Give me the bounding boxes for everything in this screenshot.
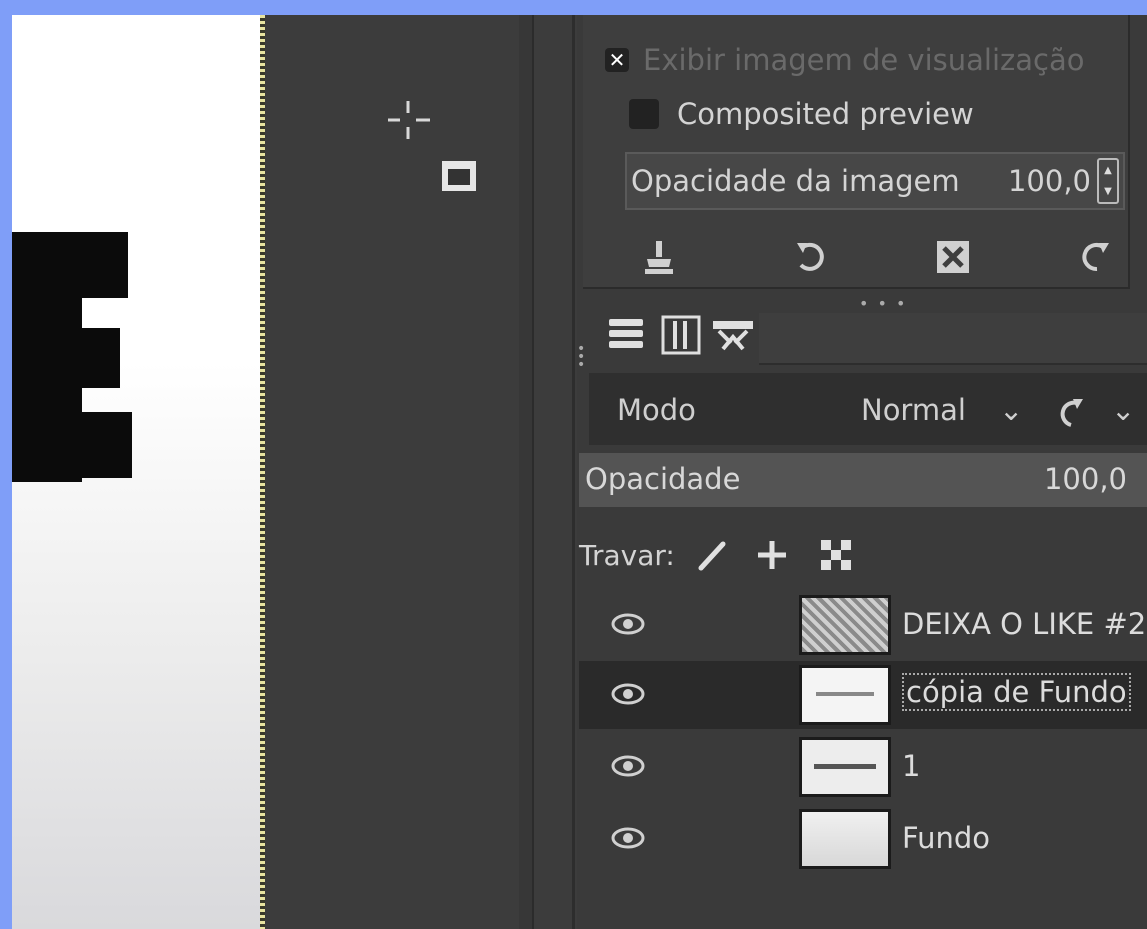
layer-row[interactable]: 1 (579, 733, 1147, 801)
show-preview-row[interactable]: ✕ Exibir imagem de visualização (605, 43, 1084, 77)
composited-preview-label: Composited preview (677, 97, 974, 131)
eye-visibility-icon[interactable] (611, 825, 645, 851)
layer-mode-value[interactable]: Normal (861, 393, 966, 427)
layer-name[interactable]: Fundo (902, 821, 990, 855)
composite-mode-dropdown-icon[interactable]: ⌄ (1111, 393, 1135, 427)
move-cursor-icon (388, 101, 476, 191)
undo-icon[interactable] (791, 237, 831, 277)
layer-mode-label: Modo (617, 393, 696, 427)
layer-mode-bar: Modo Normal ⌄ ⌄ (589, 373, 1147, 445)
layer-thumbnail (799, 665, 891, 725)
layer-opacity-label: Opacidade (585, 462, 741, 496)
layer-thumbnail (799, 809, 891, 869)
layer-name[interactable]: DEIXA O LIKE #2 (902, 607, 1146, 641)
paths-tab-icon[interactable] (711, 313, 755, 357)
layer-row-selected[interactable]: cópia de Fundo (579, 661, 1147, 729)
lock-pixels-brush-icon[interactable] (695, 538, 729, 572)
layer-name[interactable]: 1 (902, 749, 920, 783)
dock-divider (572, 15, 575, 929)
tool-options-panel: ✕ Exibir imagem de visualização Composit… (583, 15, 1130, 289)
show-preview-label: Exibir imagem de visualização (643, 43, 1085, 77)
composited-preview-row[interactable]: Composited preview (629, 97, 974, 131)
composited-preview-checkbox[interactable] (629, 99, 659, 129)
image-opacity-stepper[interactable]: ▲ ▼ (1097, 158, 1119, 204)
lock-row: Travar: (579, 530, 853, 580)
show-preview-checkbox[interactable]: ✕ (605, 48, 629, 72)
layer-list: DEIXA O LIKE #2 cópia de Fundo 1 Fundo (579, 583, 1147, 929)
layer-name-edit-field[interactable]: cópia de Fundo (902, 673, 1131, 711)
layer-boundary (260, 15, 265, 929)
dock-separator[interactable] (519, 15, 534, 929)
gimp-window: ✕ Exibir imagem de visualização Composit… (12, 15, 1147, 929)
layers-tab-icon[interactable] (605, 313, 649, 357)
layer-opacity-spinner[interactable]: Opacidade 100,0 (579, 453, 1147, 507)
eye-visibility-icon[interactable] (611, 611, 645, 637)
lock-position-move-icon[interactable] (755, 538, 789, 572)
image-opacity-spinner[interactable]: Opacidade da imagem 100,0 ▲ ▼ (625, 152, 1125, 210)
composite-mode-icon[interactable] (1051, 395, 1087, 431)
dock-tab-bar (759, 313, 1147, 365)
layer-thumbnail (799, 737, 891, 797)
layer-opacity-value[interactable]: 100,0 (1044, 462, 1127, 496)
dock-grip-handle[interactable]: • • • (577, 342, 585, 372)
anchor-icon[interactable] (639, 237, 679, 277)
layer-row[interactable]: Fundo (579, 805, 1147, 873)
dock-tabs (577, 305, 1147, 375)
layer-thumbnail (799, 595, 891, 655)
layer-row[interactable]: DEIXA O LIKE #2 (579, 591, 1147, 659)
lock-alpha-checker-icon[interactable] (819, 538, 853, 572)
clear-icon[interactable] (933, 237, 973, 277)
layers-dock: ✕ Exibir imagem de visualização Composit… (577, 15, 1147, 929)
image-opacity-label: Opacidade da imagem (631, 164, 960, 198)
channels-tab-icon[interactable] (659, 313, 703, 357)
preview-action-bar (583, 227, 1128, 283)
eye-visibility-icon[interactable] (611, 681, 645, 707)
lock-label: Travar: (579, 538, 675, 572)
layer-mode-dropdown-icon[interactable]: ⌄ (999, 393, 1023, 427)
redo-icon[interactable] (1075, 237, 1115, 277)
image-opacity-value[interactable]: 100,0 (1008, 164, 1091, 198)
eye-visibility-icon[interactable] (611, 753, 645, 779)
